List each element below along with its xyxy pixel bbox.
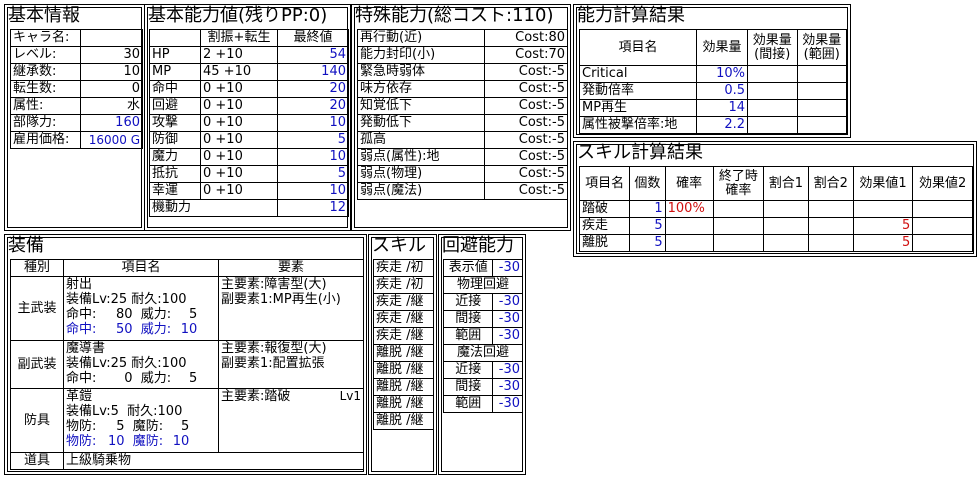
skill-calc-table: 項目名 個数 確率 終了時 確率 割合1 割合2 効果値1 効果値2 踏破 1 … bbox=[578, 166, 973, 252]
evasion-phys-row: 近接 -30 bbox=[442, 293, 523, 311]
evasion-panel: 回避能力 表示値 -30 物理回避 近接 -30 間接 -30 範囲 -30 魔法回避 … bbox=[438, 234, 526, 475]
special-row: 発動低下 Cost:-5 bbox=[356, 114, 568, 132]
evasion-magic-row: 範囲 -30 bbox=[442, 395, 523, 413]
stat-row-resist: 抵抗 0 +10 5 bbox=[149, 165, 349, 183]
ability-calc-row: MP再生 14 bbox=[579, 99, 847, 117]
stat-row-defense: 防御 0 +10 5 bbox=[149, 131, 349, 149]
skill-calc-panel: スキル計算結果 項目名 個数 確率 終了時 確率 割合1 割合2 効果値1 効果… bbox=[573, 141, 977, 257]
ability-calc-row: Critical 10% bbox=[579, 65, 847, 83]
equipment-header: 種別 項目名 要素 bbox=[10, 259, 364, 277]
evasion-phys-row: 範囲 -30 bbox=[442, 327, 523, 345]
skills-title: スキル bbox=[372, 235, 426, 256]
evasion-display-row: 表示値 -30 bbox=[442, 259, 523, 277]
stat-row-mp: MP 45 +10 140 bbox=[149, 63, 349, 81]
stat-row-mobility: 機動力 12 bbox=[149, 199, 349, 217]
skill-item: 疾走 /継 bbox=[373, 293, 434, 311]
stat-row-hit: 命中 0 +10 20 bbox=[149, 80, 349, 98]
skill-item: 離脱 /継 bbox=[373, 412, 434, 430]
skill-item: 疾走 /初 bbox=[373, 259, 434, 277]
info-row-inherit: 継承数: 10 bbox=[9, 63, 143, 81]
evasion-phys-header: 物理回避 bbox=[443, 276, 523, 294]
stat-row-evade: 回避 0 +10 20 bbox=[149, 97, 349, 115]
special-abilities-table: 再行動(近) Cost:80 能力封印(小) Cost:70 緊急時弱体 Cost:-… bbox=[356, 29, 568, 200]
skill-item: 疾走 /継 bbox=[373, 310, 434, 328]
skills-table: 疾走 /初 疾走 /初 疾走 /継 疾走 /継 疾走 /継 離脱 /継 離脱 /… bbox=[373, 259, 434, 430]
evasion-magic-header: 魔法回避 bbox=[443, 344, 523, 362]
info-row-element: 属性: 水 bbox=[9, 97, 143, 115]
special-row: 知覚低下 Cost:-5 bbox=[356, 97, 568, 115]
skill-calc-row: 離脱 5 5 bbox=[578, 234, 973, 252]
equipment-table: 種別 項目名 要素 主武装 射出 装備Lv:25 耐久:100 命中: 80 威… bbox=[10, 259, 364, 470]
special-row: 味方依存 Cost:-5 bbox=[356, 80, 568, 98]
ability-calc-row: 属性被撃倍率:地 2.2 bbox=[579, 116, 847, 134]
special-abilities-panel: 特殊能力(総コスト:110) 再行動(近) Cost:80 能力封印(小) Cost… bbox=[351, 4, 571, 231]
skill-item: 疾走 /継 bbox=[373, 327, 434, 345]
equip-row-armor: 防具 革鎧 装備Lv:5 耐久:100 物防: 5 魔防: 5 物防: 10 魔… bbox=[10, 388, 364, 453]
skill-item: 疾走 /初 bbox=[373, 276, 434, 294]
basic-stats-title: 基本能力値(残りPP:0) bbox=[148, 5, 328, 26]
stat-row-hp: HP 2 +10 54 bbox=[149, 46, 349, 64]
stats-header: 割振+転生 最終値 bbox=[149, 29, 349, 47]
special-row: 孤高 Cost:-5 bbox=[356, 131, 568, 149]
basic-stats-panel: 基本能力値(残りPP:0) 割振+転生 最終値 HP 2 +10 54 MP 45 +… bbox=[144, 4, 351, 231]
evasion-magic-row: 間接 -30 bbox=[442, 378, 523, 396]
skill-calc-title: スキル計算結果 bbox=[577, 142, 703, 163]
skill-item: 離脱 /継 bbox=[373, 361, 434, 379]
skill-calc-row: 踏破 1 100% bbox=[578, 200, 973, 218]
equipment-panel: 装備 種別 項目名 要素 主武装 射出 装備Lv:25 耐久:100 命中: 8… bbox=[4, 234, 367, 475]
special-row: 再行動(近) Cost:80 bbox=[356, 29, 568, 47]
skill-calc-row: 疾走 5 5 bbox=[578, 217, 973, 235]
info-row-level: レベル: 30 bbox=[9, 46, 143, 64]
skills-panel: スキル 疾走 /初 疾走 /初 疾走 /継 疾走 /継 疾走 /継 離脱 /継 … bbox=[368, 234, 437, 475]
special-abilities-title: 特殊能力(総コスト:110) bbox=[355, 5, 554, 26]
skill-calc-header: 項目名 個数 確率 終了時 確率 割合1 割合2 効果値1 効果値2 bbox=[578, 166, 973, 201]
evasion-magic-row: 近接 -30 bbox=[442, 361, 523, 379]
equip-row-tool: 道具 上級騎乗物 bbox=[10, 452, 364, 470]
equip-row-sub-weapon: 副武装 魔導書 装備Lv:25 耐久:100 命中: 0 威力: 5 主要素:報… bbox=[10, 340, 364, 389]
ability-calc-table: 項目名 効果量 効果量 (間接) 効果量 (範囲) Critical 10% 発動… bbox=[579, 29, 847, 134]
skill-item: 離脱 /継 bbox=[373, 344, 434, 362]
info-row-power: 部隊力: 160 bbox=[9, 114, 143, 132]
basic-info-panel: 基本情報 キャラ名: レベル: 30 継承数: 10 転生数: 0 属性: 水 部隊力:… bbox=[4, 4, 145, 231]
basic-info-table: キャラ名: レベル: 30 継承数: 10 転生数: 0 属性: 水 部隊力: 160 雇… bbox=[9, 29, 143, 149]
info-row-price: 雇用価格: 16000 G bbox=[9, 131, 143, 149]
stat-row-magic: 魔力 0 +10 10 bbox=[149, 148, 349, 166]
ability-calc-panel: 能力計算結果 項目名 効果量 効果量 (間接) 効果量 (範囲) Critica… bbox=[573, 4, 851, 138]
skill-item: 離脱 /継 bbox=[373, 378, 434, 396]
info-row-name: キャラ名: bbox=[9, 29, 143, 47]
ability-calc-header: 項目名 効果量 効果量 (間接) 効果量 (範囲) bbox=[579, 29, 847, 66]
basic-stats-table: 割振+転生 最終値 HP 2 +10 54 MP 45 +10 140 命中 0 +10 2… bbox=[149, 29, 349, 217]
special-row: 弱点(魔法) Cost:-5 bbox=[356, 182, 568, 200]
info-row-rebirth: 転生数: 0 bbox=[9, 80, 143, 98]
special-row: 弱点(物理) Cost:-5 bbox=[356, 165, 568, 183]
stat-row-attack: 攻撃 0 +10 10 bbox=[149, 114, 349, 132]
special-row: 緊急時弱体 Cost:-5 bbox=[356, 63, 568, 81]
special-row: 能力封印(小) Cost:70 bbox=[356, 46, 568, 64]
stat-row-luck: 幸運 0 +10 10 bbox=[149, 182, 349, 200]
equipment-title: 装備 bbox=[8, 235, 44, 256]
skill-item: 離脱 /継 bbox=[373, 395, 434, 413]
special-row: 弱点(属性):地 Cost:-5 bbox=[356, 148, 568, 166]
ability-calc-title: 能力計算結果 bbox=[577, 5, 685, 26]
evasion-title: 回避能力 bbox=[442, 235, 514, 256]
basic-info-title: 基本情報 bbox=[8, 5, 80, 26]
equip-row-main-weapon: 主武装 射出 装備Lv:25 耐久:100 命中: 80 威力: 5 命中: 5… bbox=[10, 276, 364, 341]
evasion-table: 表示値 -30 物理回避 近接 -30 間接 -30 範囲 -30 魔法回避 近接 -30… bbox=[442, 259, 523, 413]
ability-calc-row: 発動倍率 0.5 bbox=[579, 82, 847, 100]
evasion-phys-row: 間接 -30 bbox=[442, 310, 523, 328]
